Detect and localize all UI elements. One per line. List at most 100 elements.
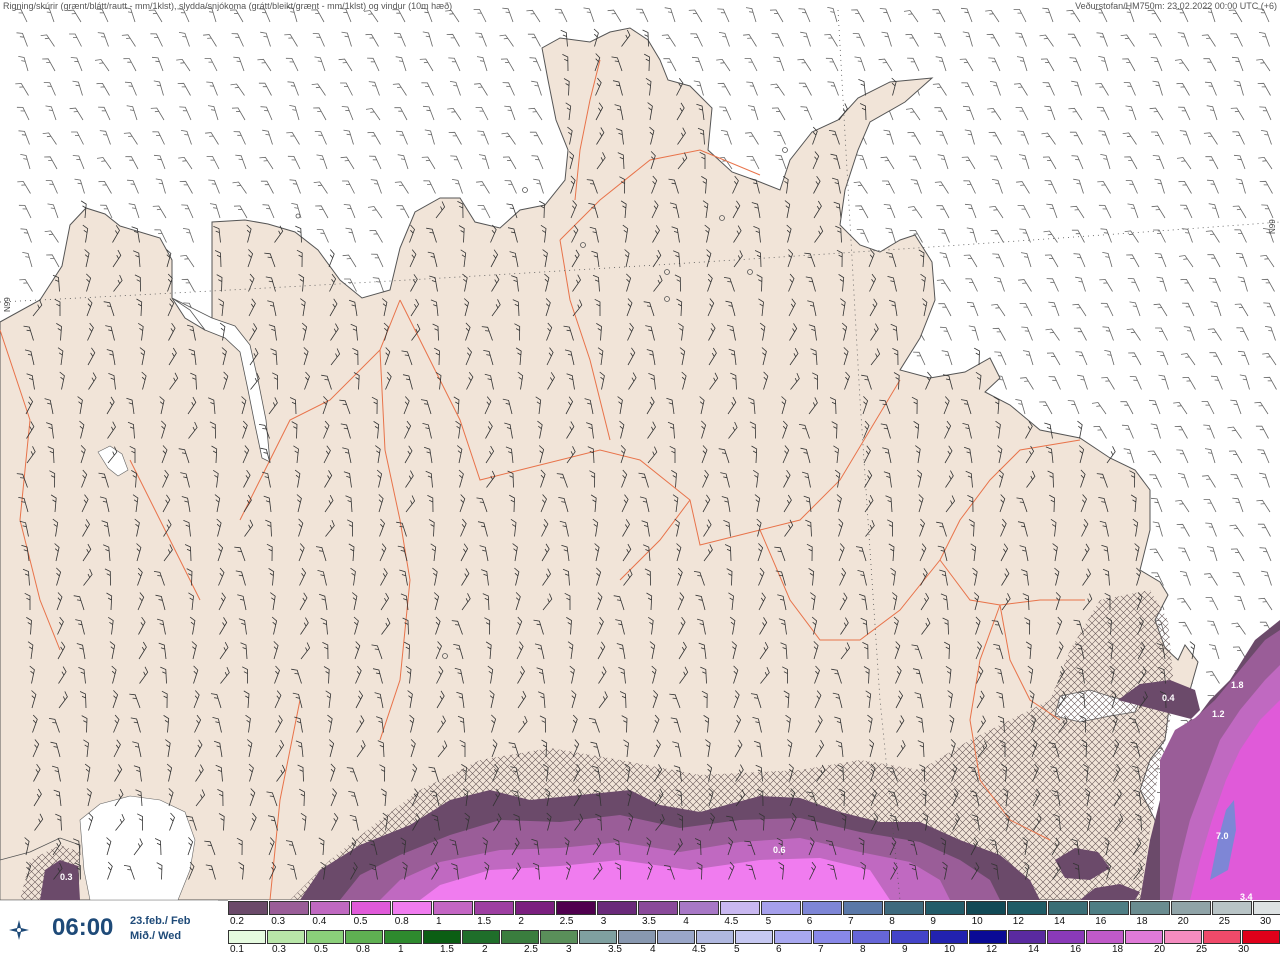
legend-label: 14 bbox=[1028, 944, 1040, 955]
field-value-label: 7.0 bbox=[1216, 831, 1229, 841]
precipitation-legend: 0.2 0.3 0.4 0.5 0.8 1 1.5 2 2.5 3 3.5 4 4.5 5 6 7 8 9 10 12… bbox=[228, 900, 1280, 958]
legend-label: 0.1 bbox=[230, 944, 244, 955]
legend-label: 12 bbox=[1012, 916, 1024, 927]
legend-swatch bbox=[423, 930, 461, 944]
forecast-time: 06:00 bbox=[52, 914, 114, 941]
legend-swatch bbox=[351, 901, 391, 915]
legend-swatch bbox=[228, 930, 266, 944]
legend-label: 8 bbox=[860, 944, 866, 955]
legend-label: 4.5 bbox=[724, 916, 739, 927]
legend-swatch bbox=[1048, 901, 1088, 915]
legend-swatch bbox=[1164, 930, 1202, 944]
legend-label: 2 bbox=[482, 944, 488, 955]
legend-swatch bbox=[925, 901, 965, 915]
field-value-label: 0.4 bbox=[1162, 693, 1175, 703]
field-value-label: 1.2 bbox=[1212, 709, 1225, 719]
legend-swatch bbox=[433, 901, 473, 915]
legend-label: 7 bbox=[818, 944, 824, 955]
weather-map bbox=[0, 0, 1280, 958]
legend-label: 0.4 bbox=[312, 916, 327, 927]
legend-label: 16 bbox=[1070, 944, 1082, 955]
legend-swatch bbox=[515, 901, 555, 915]
legend-swatch bbox=[1089, 901, 1129, 915]
legend-label: 1 bbox=[436, 916, 442, 927]
legend-label: 0.5 bbox=[314, 944, 328, 955]
legend-swatch bbox=[462, 930, 500, 944]
legend-swatch bbox=[1253, 901, 1280, 915]
legend-label: 30 bbox=[1260, 916, 1272, 927]
legend-label: 2 bbox=[518, 916, 524, 927]
legend-swatch bbox=[345, 930, 383, 944]
legend-swatch bbox=[802, 901, 842, 915]
legend-label: 20 bbox=[1154, 944, 1166, 955]
model-run-info: Veðurstofan/HM750m: 23.02.2022 00:00 UTC… bbox=[1075, 1, 1277, 11]
legend-swatch bbox=[966, 901, 1006, 915]
legend-swatch bbox=[852, 930, 890, 944]
legend-swatch bbox=[556, 901, 596, 915]
legend-label: 0.2 bbox=[230, 916, 244, 927]
legend-label: 25 bbox=[1196, 944, 1208, 955]
legend-label: 30 bbox=[1238, 944, 1250, 955]
legend-label: 8 bbox=[889, 916, 895, 927]
legend-label: 16 bbox=[1095, 916, 1107, 927]
legend-label: 0.8 bbox=[394, 916, 409, 927]
legend-swatch bbox=[969, 930, 1007, 944]
legend-label: 7 bbox=[848, 916, 854, 927]
legend-swatch bbox=[679, 901, 719, 915]
legend-swatch bbox=[1242, 930, 1280, 944]
legend-swatch bbox=[579, 930, 617, 944]
legend-label: 2.5 bbox=[524, 944, 538, 955]
legend-swatch bbox=[843, 901, 883, 915]
legend-label: 0.3 bbox=[272, 944, 286, 955]
legend-swatch bbox=[1007, 901, 1047, 915]
legend-swatch bbox=[774, 930, 812, 944]
time-display: 06:00 23.feb./ Feb Mið./ Wed bbox=[0, 900, 218, 959]
legend-swatch bbox=[306, 930, 344, 944]
legend-swatch bbox=[540, 930, 578, 944]
forecast-date: 23.feb./ Feb bbox=[130, 915, 191, 927]
legend-swatch bbox=[1212, 901, 1252, 915]
legend-label: 9 bbox=[902, 944, 908, 955]
legend-swatch bbox=[269, 901, 309, 915]
legend-label: 1 bbox=[398, 944, 404, 955]
legend-label: 18 bbox=[1112, 944, 1124, 955]
map-title: Rigning/skúrir (grænt/blátt/rautt - mm/1… bbox=[3, 1, 453, 11]
legend-label: 5 bbox=[734, 944, 740, 955]
legend-label: 6 bbox=[806, 916, 813, 927]
legend-swatch bbox=[228, 901, 268, 915]
legend-swatch bbox=[501, 930, 539, 944]
legend-swatch bbox=[891, 930, 929, 944]
legend-swatch bbox=[720, 901, 760, 915]
legend-label: 2.5 bbox=[559, 916, 574, 927]
compass-star-icon bbox=[9, 920, 29, 940]
legend-swatch bbox=[1008, 930, 1046, 944]
legend-swatch bbox=[761, 901, 801, 915]
legend-label: 5 bbox=[765, 916, 772, 927]
field-value-label: 0.3 bbox=[60, 872, 73, 882]
legend-swatch bbox=[638, 901, 678, 915]
legend-swatch bbox=[930, 930, 968, 944]
legend-label: 6 bbox=[776, 944, 782, 955]
legend-label: 10 bbox=[944, 944, 956, 955]
legend-label: 12 bbox=[986, 944, 998, 955]
legend-swatch bbox=[1130, 901, 1170, 915]
legend-swatch bbox=[474, 901, 514, 915]
legend-label: 4 bbox=[683, 916, 689, 927]
legend-swatch bbox=[1047, 930, 1085, 944]
legend-swatch bbox=[696, 930, 734, 944]
legend-swatch bbox=[657, 930, 695, 944]
legend-label: 18 bbox=[1136, 916, 1148, 927]
legend-label: 0.3 bbox=[271, 916, 286, 927]
legend-swatch bbox=[384, 930, 422, 944]
legend-swatch bbox=[813, 930, 851, 944]
legend-label: 0.8 bbox=[356, 944, 370, 955]
legend-label: 1.5 bbox=[477, 916, 492, 927]
glacier bbox=[79, 795, 196, 901]
legend-swatch bbox=[618, 930, 656, 944]
legend-label: 14 bbox=[1054, 916, 1066, 927]
forecast-weekday: Mið./ Wed bbox=[130, 930, 182, 942]
field-value-label: 0.6 bbox=[773, 845, 786, 855]
legend-label: 0.5 bbox=[353, 916, 368, 927]
legend-label: 10 bbox=[971, 916, 983, 927]
field-value-label: 1.8 bbox=[1231, 680, 1244, 690]
